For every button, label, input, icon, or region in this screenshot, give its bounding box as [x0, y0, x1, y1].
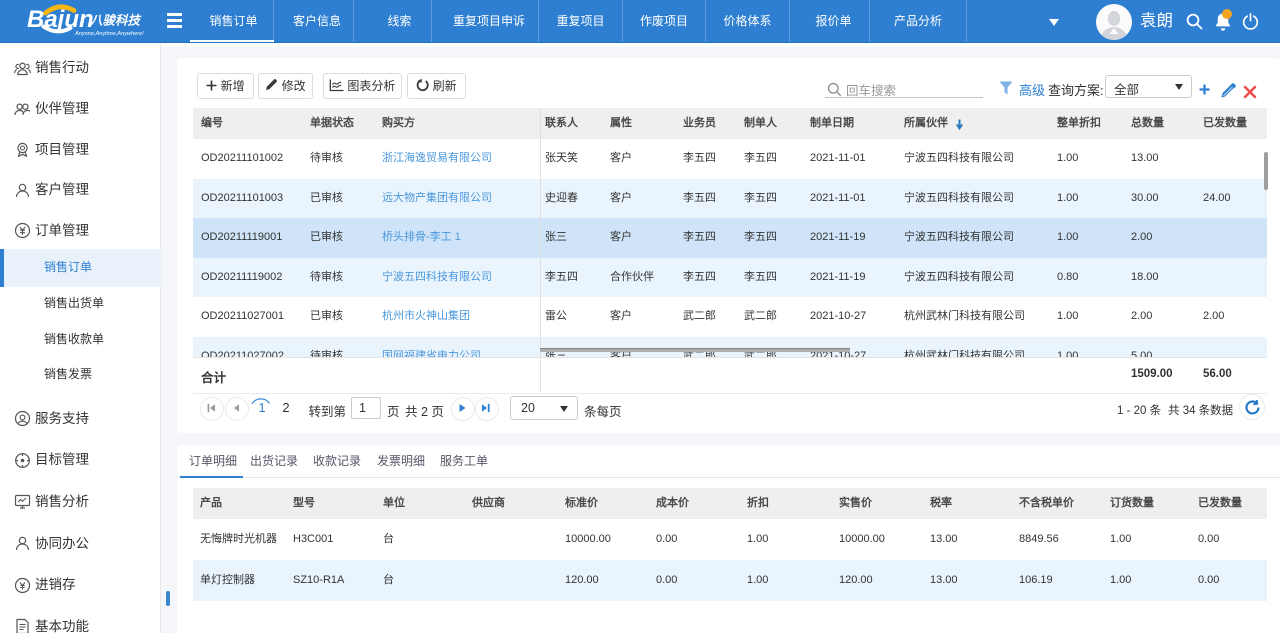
svg-text:Anyone,Anytime,Anywhere!: Anyone,Anytime,Anywhere!	[74, 31, 144, 37]
svg-text:八骏科技: 八骏科技	[89, 14, 143, 28]
svg-text:Bajun: Bajun	[27, 6, 94, 33]
